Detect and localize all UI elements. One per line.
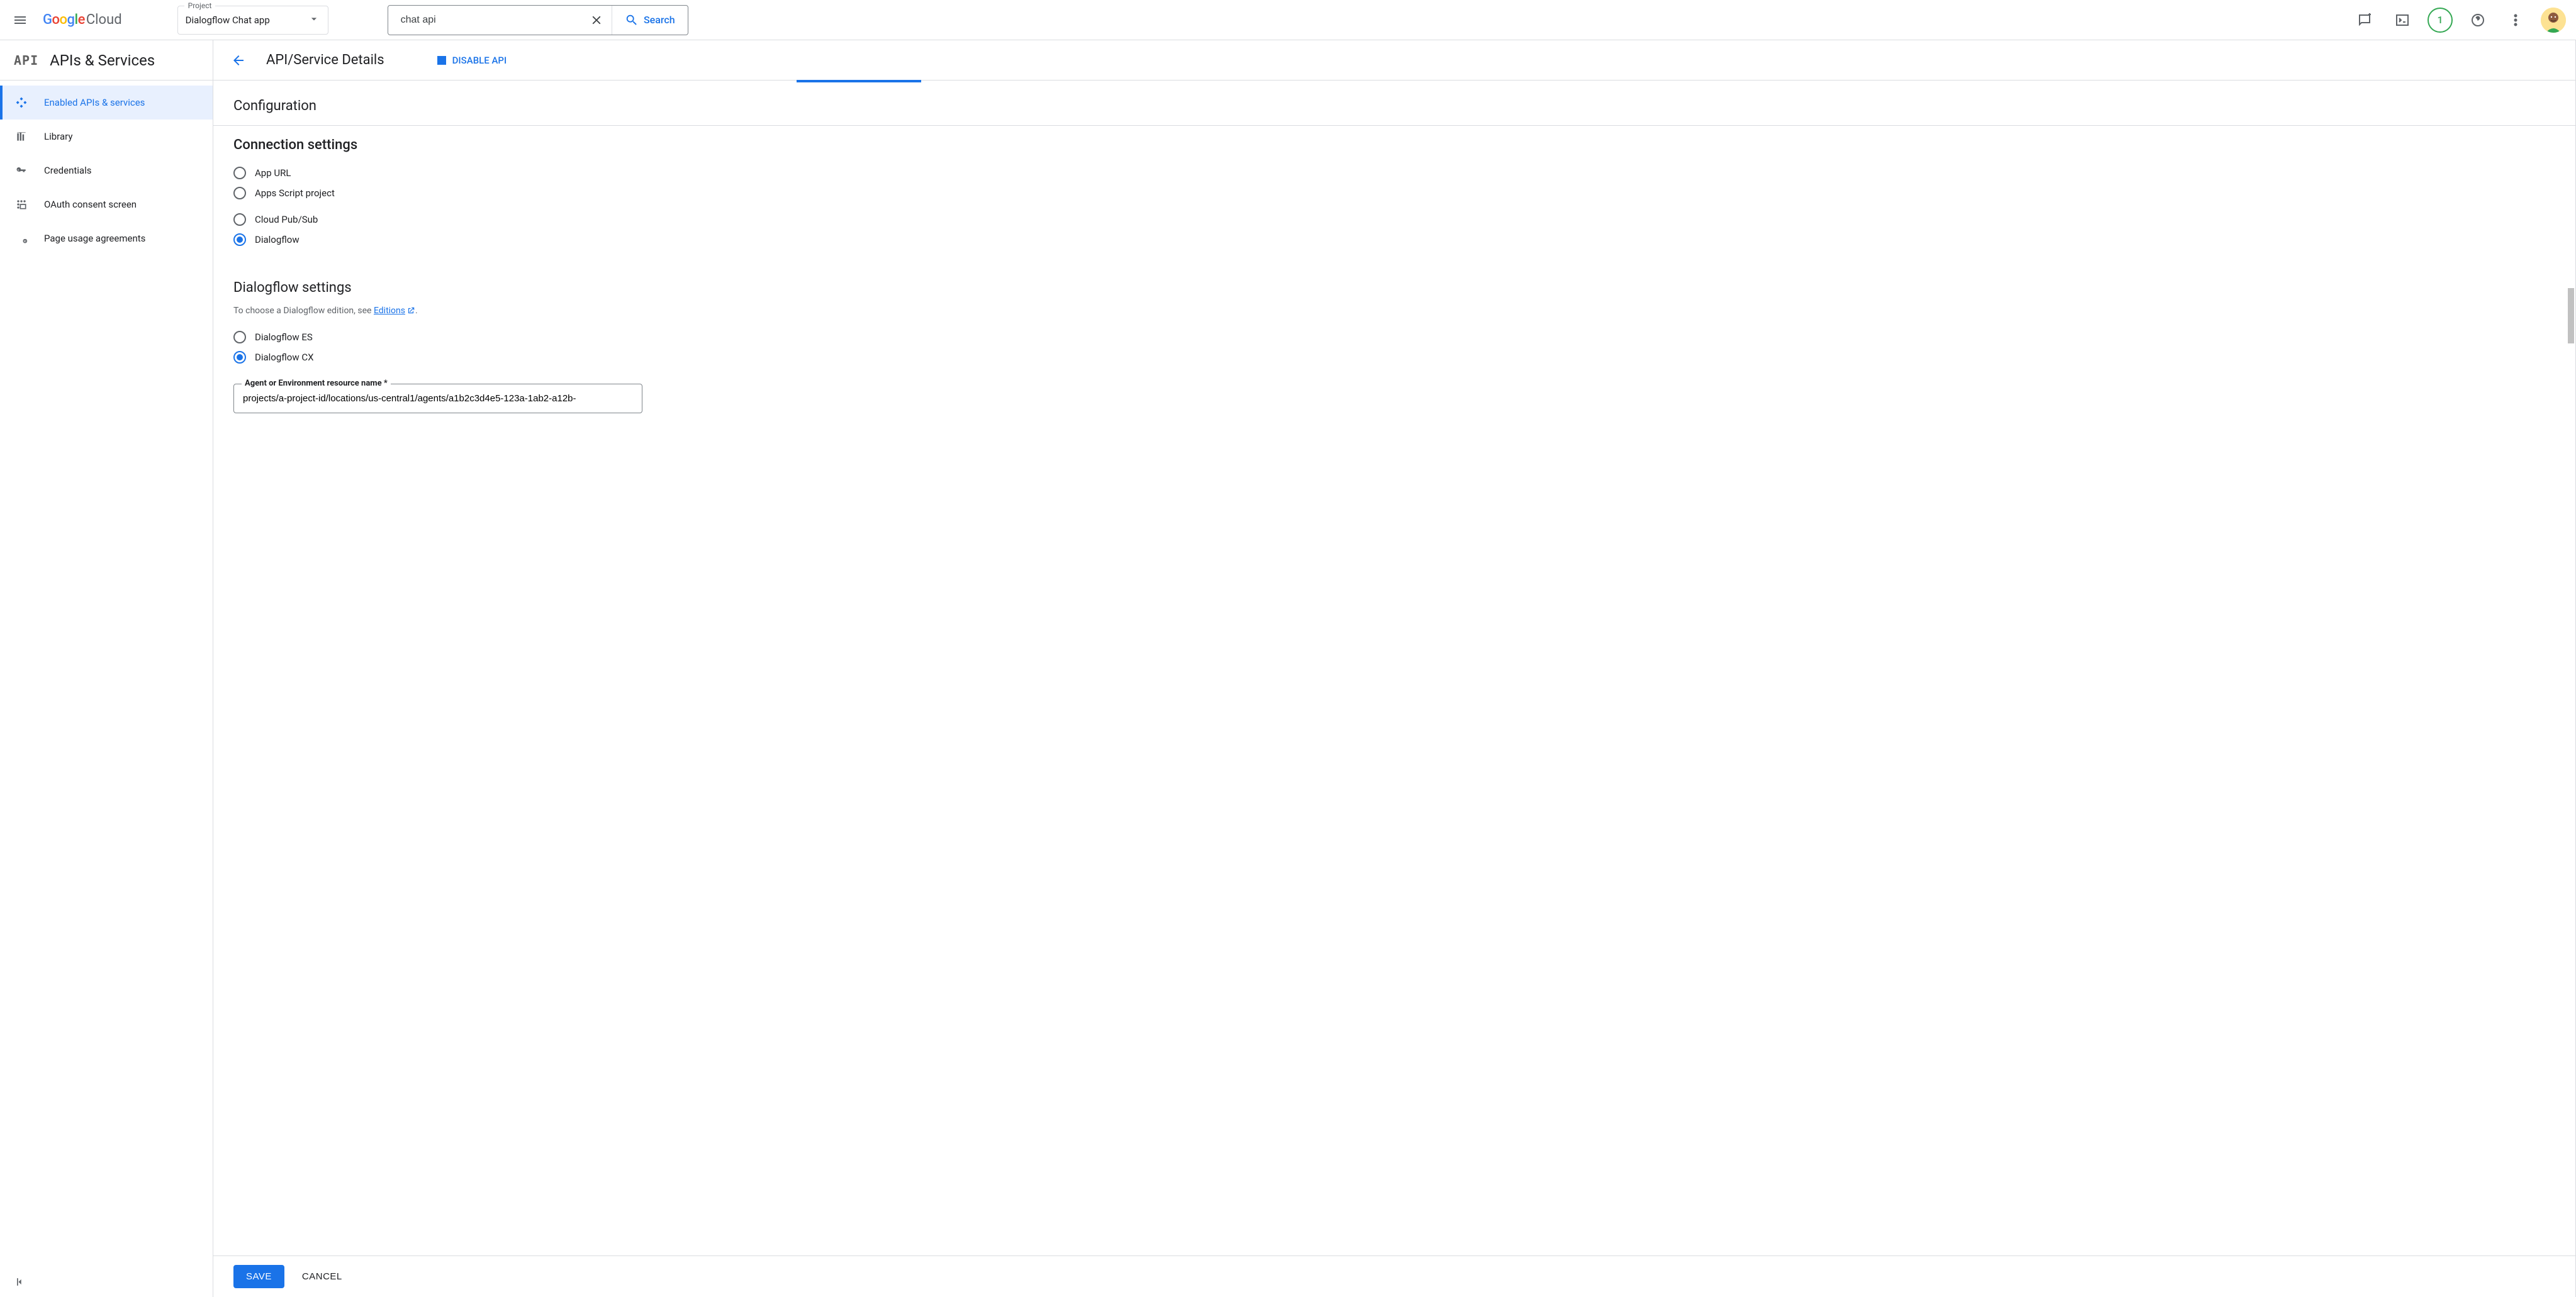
sidebar: API APIs & Services Enabled APIs & servi… bbox=[0, 40, 213, 1297]
header-utilities: 1 bbox=[2352, 8, 2566, 33]
help-button[interactable] bbox=[2465, 8, 2490, 33]
radio-checked-icon bbox=[233, 351, 246, 364]
stop-icon bbox=[437, 56, 446, 65]
project-picker[interactable]: Project Dialogflow Chat app bbox=[177, 6, 328, 35]
radio-label: App URL bbox=[255, 167, 291, 179]
sidebar-item-oauth-consent[interactable]: OAuth consent screen bbox=[0, 187, 213, 221]
back-button[interactable] bbox=[226, 48, 251, 73]
sidebar-item-enabled-apis[interactable]: Enabled APIs & services bbox=[0, 86, 213, 120]
kebab-icon bbox=[2508, 13, 2523, 28]
chat-plus-icon bbox=[2357, 13, 2372, 28]
sidebar-item-label: Page usage agreements bbox=[44, 233, 145, 244]
search-button-label: Search bbox=[644, 14, 675, 26]
sidebar-item-page-usage-agreements[interactable]: Page usage agreements bbox=[0, 221, 213, 255]
sidebar-title: APIs & Services bbox=[50, 52, 155, 69]
agent-resource-name-label: Agent or Environment resource name * bbox=[242, 379, 391, 388]
sidebar-item-credentials[interactable]: Credentials bbox=[0, 153, 213, 187]
gift-count: 1 bbox=[2437, 14, 2443, 26]
active-tab-indicator bbox=[797, 80, 921, 82]
dialogflow-option-cx[interactable]: Dialogflow CX bbox=[233, 347, 2575, 367]
sidebar-header: API APIs & Services bbox=[0, 40, 213, 81]
disable-api-button[interactable]: DISABLE API bbox=[437, 55, 507, 66]
connection-option-apps-script[interactable]: Apps Script project bbox=[233, 183, 2575, 203]
send-feedback-button[interactable] bbox=[2352, 8, 2377, 33]
page-title: API/Service Details bbox=[266, 52, 384, 68]
sidebar-item-label: Credentials bbox=[44, 165, 91, 176]
help-icon bbox=[2470, 13, 2485, 28]
radio-label: Dialogflow bbox=[255, 234, 300, 245]
connection-option-app-url[interactable]: App URL bbox=[233, 163, 2575, 183]
cloud-shell-button[interactable] bbox=[2390, 8, 2415, 33]
form-actions: SAVE CANCEL bbox=[213, 1255, 2575, 1297]
cloud-wordmark: Cloud bbox=[86, 12, 122, 28]
project-picker-value: Dialogflow Chat app bbox=[186, 14, 270, 26]
search-input[interactable] bbox=[388, 14, 581, 26]
connection-settings-heading: Connection settings bbox=[233, 137, 2575, 153]
google-cloud-logo[interactable]: Google Cloud bbox=[43, 12, 122, 28]
project-picker-label: Project bbox=[184, 1, 216, 10]
terminal-icon bbox=[2395, 13, 2410, 28]
dropdown-arrow-icon bbox=[308, 13, 320, 28]
radio-icon bbox=[233, 331, 246, 343]
agent-resource-name-field: Agent or Environment resource name * bbox=[233, 384, 642, 413]
sidebar-item-label: Library bbox=[44, 131, 72, 142]
search-icon bbox=[625, 13, 639, 27]
api-product-icon: API bbox=[14, 53, 38, 68]
sidebar-item-library[interactable]: Library bbox=[0, 120, 213, 153]
search-clear-button[interactable] bbox=[581, 5, 612, 35]
close-icon bbox=[590, 13, 603, 27]
radio-icon bbox=[233, 187, 246, 199]
radio-label: Cloud Pub/Sub bbox=[255, 214, 318, 225]
page-header: API/Service Details DISABLE API bbox=[213, 40, 2575, 81]
cancel-button[interactable]: CANCEL bbox=[302, 1271, 342, 1282]
diamond-icon bbox=[14, 96, 29, 109]
dialogflow-option-es[interactable]: Dialogflow ES bbox=[233, 327, 2575, 347]
google-wordmark: Google bbox=[43, 12, 85, 28]
save-button[interactable]: SAVE bbox=[233, 1265, 284, 1288]
dialogflow-help-text: To choose a Dialogflow edition, see Edit… bbox=[233, 306, 2575, 316]
free-trial-badge[interactable]: 1 bbox=[2428, 8, 2453, 33]
dialogflow-settings-heading: Dialogflow settings bbox=[233, 280, 2575, 296]
help-suffix: . bbox=[415, 306, 418, 316]
agent-resource-name-input[interactable] bbox=[234, 384, 642, 413]
menu-icon bbox=[13, 13, 28, 28]
sidebar-nav: Enabled APIs & services Library Credenti… bbox=[0, 81, 213, 255]
collapse-icon bbox=[14, 1276, 26, 1288]
radio-label: Dialogflow CX bbox=[255, 352, 314, 363]
library-icon bbox=[14, 130, 29, 143]
account-avatar[interactable] bbox=[2541, 8, 2566, 33]
search-bar: Search bbox=[388, 5, 688, 35]
external-link-icon bbox=[406, 306, 415, 315]
radio-label: Apps Script project bbox=[255, 187, 335, 199]
section-title-configuration: Configuration bbox=[213, 81, 2575, 126]
main-content: API/Service Details DISABLE API Configur… bbox=[213, 40, 2576, 1297]
avatar-icon bbox=[2541, 8, 2566, 33]
consent-icon bbox=[14, 198, 29, 211]
radio-label: Dialogflow ES bbox=[255, 331, 313, 343]
radio-icon bbox=[233, 167, 246, 179]
sidebar-item-label: Enabled APIs & services bbox=[44, 97, 145, 108]
agreement-icon bbox=[14, 232, 29, 245]
content-scroll: Configuration Connection settings App UR… bbox=[213, 81, 2575, 1255]
search-button[interactable]: Search bbox=[612, 6, 688, 35]
editions-link[interactable]: Editions bbox=[374, 306, 405, 316]
hamburger-menu-button[interactable] bbox=[5, 5, 35, 35]
collapse-sidebar-button[interactable] bbox=[0, 1267, 213, 1297]
connection-option-dialogflow[interactable]: Dialogflow bbox=[233, 230, 2575, 250]
connection-option-pubsub[interactable]: Cloud Pub/Sub bbox=[233, 209, 2575, 230]
top-header: Google Cloud Project Dialogflow Chat app… bbox=[0, 0, 2576, 40]
more-button[interactable] bbox=[2503, 8, 2528, 33]
key-icon bbox=[14, 164, 29, 177]
arrow-left-icon bbox=[231, 53, 246, 68]
sidebar-item-label: OAuth consent screen bbox=[44, 199, 137, 210]
radio-checked-icon bbox=[233, 233, 246, 246]
radio-icon bbox=[233, 213, 246, 226]
help-prefix: To choose a Dialogflow edition, see bbox=[233, 306, 374, 316]
scrollbar-thumb[interactable] bbox=[2568, 288, 2574, 343]
disable-api-label: DISABLE API bbox=[452, 55, 507, 66]
